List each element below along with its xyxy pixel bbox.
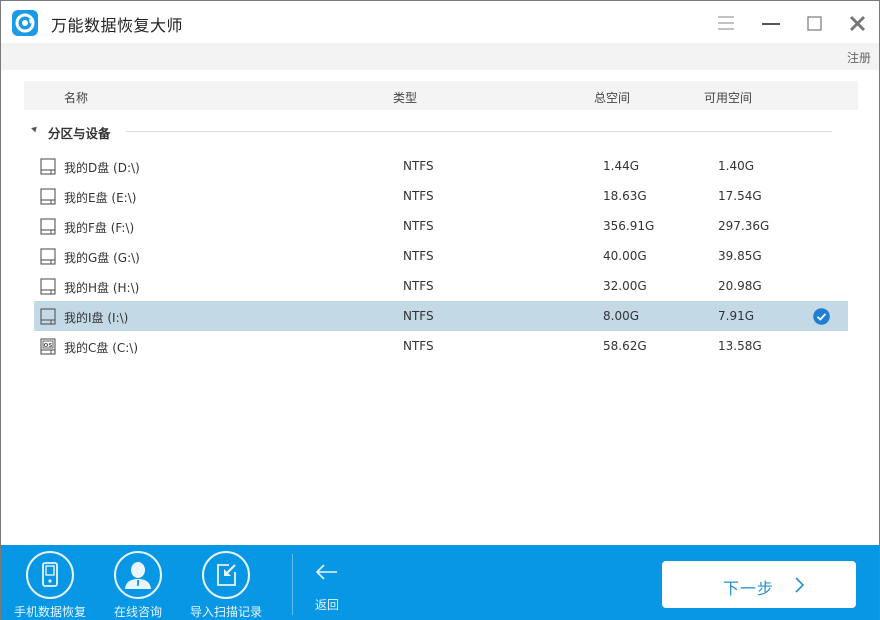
app-title: 万能数据恢复大师 xyxy=(51,16,184,35)
drive-type: NTFS xyxy=(403,339,434,353)
drive-row[interactable]: 我的G盘 (G:\) NTFS 40.00G 39.85G xyxy=(34,241,848,271)
drive-type: NTFS xyxy=(403,189,434,203)
column-header-free-space[interactable]: 可用空间 xyxy=(704,89,752,106)
close-icon xyxy=(849,15,866,32)
close-button[interactable] xyxy=(846,11,870,35)
drive-type: NTFS xyxy=(403,249,434,263)
next-label: 下一步 xyxy=(723,579,775,598)
online-consult-button[interactable]: 在线咨询 xyxy=(93,551,183,620)
disk-icon xyxy=(40,218,56,235)
drive-free-space: 20.98G xyxy=(718,279,762,293)
drive-row[interactable]: 我的E盘 (E:\) NTFS 18.63G 17.54G xyxy=(34,181,848,211)
drive-list: 我的D盘 (D:\) NTFS 1.44G 1.40G 我的E盘 (E:\) NTFS 18… xyxy=(34,151,848,361)
back-arrow-icon xyxy=(315,564,337,580)
disk-icon xyxy=(40,248,56,265)
title-bar: 万能数据恢复大师 xyxy=(1,1,879,43)
drive-row[interactable]: 我的I盘 (I:\) NTFS 8.00G 7.91G xyxy=(34,301,848,331)
maximize-button[interactable] xyxy=(802,11,826,35)
drive-row[interactable]: OS 我的C盘 (C:\) NTFS 58.62G 13.58G xyxy=(34,331,848,361)
svg-text:OS: OS xyxy=(44,343,53,349)
drive-total-space: 40.00G xyxy=(603,249,647,263)
tool-label: 在线咨询 xyxy=(113,605,162,619)
drive-row[interactable]: 我的H盘 (H:\) NTFS 32.00G 20.98G xyxy=(34,271,848,301)
footer-divider xyxy=(292,554,293,615)
app-window: 万能数据恢复大师 注册 名称 类型 总空间 可用空间 分区与设备 我的D盘 (D… xyxy=(0,0,880,620)
drive-type: NTFS xyxy=(403,159,434,173)
expand-arrow-icon[interactable] xyxy=(31,124,39,133)
phone-icon xyxy=(26,551,74,599)
maximize-icon xyxy=(807,16,822,31)
import-scan-record-button[interactable]: 导入扫描记录 xyxy=(181,551,271,620)
chevron-right-icon xyxy=(795,577,805,593)
check-icon xyxy=(813,308,830,325)
app-logo-icon xyxy=(12,10,38,36)
import-icon xyxy=(202,551,250,599)
drive-name: 我的H盘 (H:\) xyxy=(64,281,140,295)
drive-row[interactable]: 我的F盘 (F:\) NTFS 356.91G 297.36G xyxy=(34,211,848,241)
drive-row[interactable]: 我的D盘 (D:\) NTFS 1.44G 1.40G xyxy=(34,151,848,181)
group-label: 分区与设备 xyxy=(48,126,111,141)
group-divider xyxy=(126,131,832,132)
drive-name: 我的C盘 (C:\) xyxy=(64,341,139,355)
back-button[interactable]: 返回 xyxy=(307,563,347,613)
tool-label: 导入扫描记录 xyxy=(189,605,262,619)
tool-label: 手机数据恢复 xyxy=(13,605,86,619)
drive-total-space: 1.44G xyxy=(603,159,640,173)
register-link[interactable]: 注册 xyxy=(847,49,871,66)
minimize-icon xyxy=(762,23,780,25)
drive-free-space: 13.58G xyxy=(718,339,762,353)
drive-type: NTFS xyxy=(403,279,434,293)
disk-icon xyxy=(40,308,56,325)
menu-icon xyxy=(718,16,734,30)
drive-name: 我的F盘 (F:\) xyxy=(64,221,135,235)
next-step-button[interactable]: 下一步 xyxy=(662,561,856,608)
drive-total-space: 32.00G xyxy=(603,279,647,293)
disk-icon xyxy=(40,188,56,205)
os-disk-icon: OS xyxy=(40,338,56,355)
drive-total-space: 356.91G xyxy=(603,219,655,233)
drive-type: NTFS xyxy=(403,309,434,323)
drive-total-space: 58.62G xyxy=(603,339,647,353)
drive-free-space: 1.40G xyxy=(718,159,755,173)
drive-type: NTFS xyxy=(403,219,434,233)
table-header: 名称 类型 总空间 可用空间 xyxy=(24,81,858,110)
consultant-icon xyxy=(114,551,162,599)
drive-free-space: 297.36G xyxy=(718,219,770,233)
menu-button[interactable] xyxy=(714,11,738,35)
column-header-type[interactable]: 类型 xyxy=(393,89,417,106)
disk-icon xyxy=(40,278,56,295)
sub-toolbar: 注册 xyxy=(1,43,879,70)
column-header-total-space[interactable]: 总空间 xyxy=(594,89,630,106)
drive-free-space: 39.85G xyxy=(718,249,762,263)
drive-total-space: 8.00G xyxy=(603,309,640,323)
minimize-button[interactable] xyxy=(759,11,783,35)
column-header-name[interactable]: 名称 xyxy=(64,89,88,106)
drive-name: 我的D盘 (D:\) xyxy=(64,161,140,175)
group-partitions-devices[interactable]: 分区与设备 xyxy=(24,118,834,142)
phone-recovery-button[interactable]: 手机数据恢复 xyxy=(5,551,95,620)
drive-name: 我的I盘 (I:\) xyxy=(64,311,129,325)
disk-icon xyxy=(40,158,56,175)
footer-bar: 手机数据恢复 在线咨询 导入扫描记录 返回 下一步 xyxy=(1,545,879,620)
drive-total-space: 18.63G xyxy=(603,189,647,203)
drive-name: 我的G盘 (G:\) xyxy=(64,251,140,265)
drive-name: 我的E盘 (E:\) xyxy=(64,191,137,205)
drive-free-space: 7.91G xyxy=(718,309,755,323)
back-label: 返回 xyxy=(315,598,340,612)
drive-free-space: 17.54G xyxy=(718,189,762,203)
